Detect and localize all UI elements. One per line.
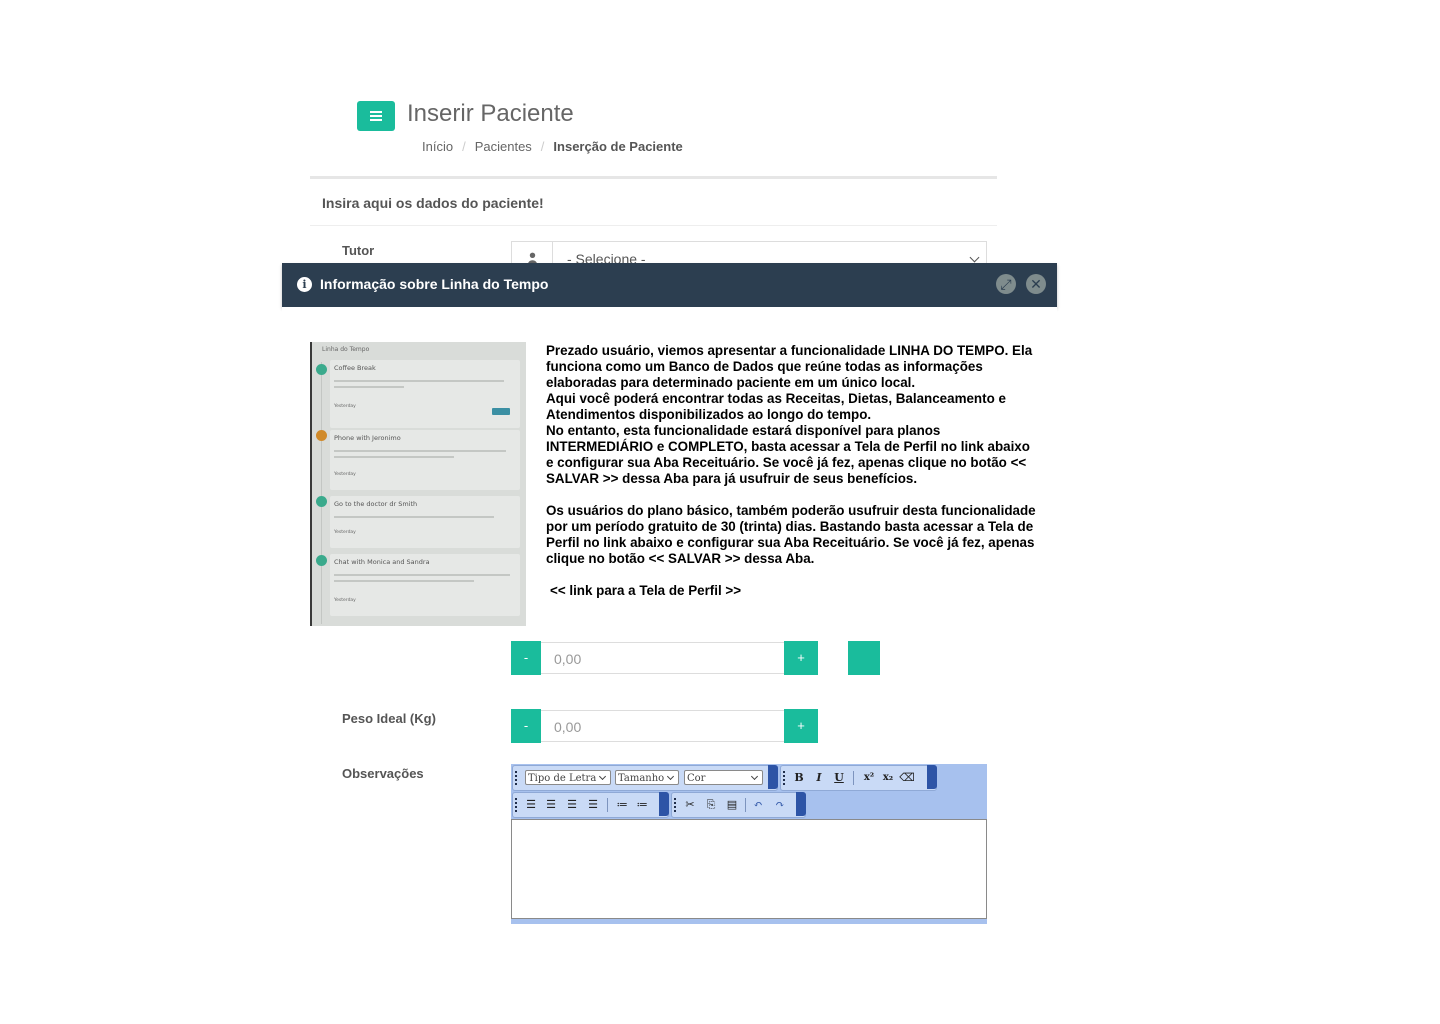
bullet-list-icon[interactable]: ≔ <box>614 797 630 813</box>
observacoes-editor: Tipo de Letra Tamanho Cor B I U x² x₂ ⌫ … <box>511 764 987 924</box>
panel-heading: Insira aqui os dados do paciente! <box>322 195 544 211</box>
timeline-card-date: Yesterday <box>334 472 356 477</box>
eraser-icon[interactable]: ⌫ <box>899 770 915 786</box>
toolbar-overflow-icon[interactable] <box>768 765 778 789</box>
timeline-card-title: Phone with Jeronimo <box>334 434 401 442</box>
header-divider <box>310 176 997 179</box>
format-toolbar: B I U x² x₂ ⌫ <box>780 765 937 791</box>
breadcrumb-pacientes[interactable]: Pacientes <box>475 139 532 154</box>
timeline-card: Coffee Break Yesterday <box>330 360 520 428</box>
timeline-card-title: Go to the doctor dr Smith <box>334 500 418 508</box>
timeline-card-title: Coffee Break <box>334 364 376 372</box>
toolbar-overflow-icon[interactable] <box>659 792 669 816</box>
peso-atual-input[interactable]: 0,00 <box>541 642 784 674</box>
cut-icon[interactable]: ✂ <box>682 797 698 813</box>
observacoes-textarea[interactable] <box>511 819 987 919</box>
timeline-preview-heading: Linha do Tempo <box>322 346 370 353</box>
modal-paragraph: No entanto, esta funcionalidade estará d… <box>546 423 1030 486</box>
redo-icon[interactable]: ↷ <box>772 797 788 813</box>
underline-button[interactable]: U <box>831 770 847 786</box>
close-icon[interactable]: ✕ <box>1026 274 1046 294</box>
align-right-icon[interactable]: ☰ <box>543 797 559 813</box>
copy-icon[interactable]: ⎘ <box>703 797 719 813</box>
align-left-icon[interactable]: ☰ <box>523 797 539 813</box>
peso-atual-plus-button[interactable]: + <box>784 641 818 675</box>
timeline-dot-icon <box>316 496 327 507</box>
font-color-select-value: Cor <box>687 773 706 784</box>
tutor-label: Tutor <box>342 243 375 258</box>
breadcrumb-separator: / <box>540 139 545 154</box>
font-family-select[interactable]: Tipo de Letra <box>525 770 611 785</box>
modal-title: Informação sobre Linha do Tempo <box>320 276 549 292</box>
timeline-card-date: Yesterday <box>334 598 356 603</box>
align-justify-icon[interactable]: ☰ <box>585 797 601 813</box>
modal-paragraph: Os usuários do plano básico, também pode… <box>546 503 1036 566</box>
timeline-card-date: Yesterday <box>334 530 356 535</box>
toolbar-overflow-icon[interactable] <box>796 792 806 816</box>
undo-icon[interactable]: ↶ <box>750 797 766 813</box>
font-toolbar: Tipo de Letra Tamanho Cor <box>512 765 778 791</box>
peso-ideal-label: Peso Ideal (Kg) <box>342 711 436 726</box>
modal-header: i Informação sobre Linha do Tempo ⤢ ✕ <box>282 263 1057 307</box>
peso-ideal-input[interactable]: 0,00 <box>541 710 784 742</box>
info-icon: i <box>297 277 312 292</box>
font-color-select[interactable]: Cor <box>684 770 763 785</box>
font-family-select-value: Tipo de Letra <box>528 773 597 784</box>
bars-icon <box>370 111 382 121</box>
paste-icon[interactable]: ▤ <box>724 797 740 813</box>
timeline-preview-image: Linha do Tempo Coffee Break Yesterday Ph… <box>310 342 526 626</box>
subscript-icon[interactable]: x₂ <box>880 770 896 786</box>
font-size-select-value: Tamanho <box>618 773 665 784</box>
bold-button[interactable]: B <box>791 770 807 786</box>
timeline-dot-icon <box>316 430 327 441</box>
peso-ideal-minus-button[interactable]: - <box>511 709 541 743</box>
panel-divider <box>310 225 997 226</box>
calculator-button[interactable] <box>848 641 880 675</box>
italic-button[interactable]: I <box>811 770 827 786</box>
peso-ideal-plus-button[interactable]: + <box>784 709 818 743</box>
breadcrumb-inicio[interactable]: Início <box>422 139 453 154</box>
modal-paragraph: Prezado usuário, viemos apresentar a fun… <box>546 343 1033 390</box>
toolbar-overflow-icon[interactable] <box>927 765 937 789</box>
modal-message: Prezado usuário, viemos apresentar a fun… <box>546 343 1041 599</box>
page-title: Inserir Paciente <box>407 100 574 127</box>
numbered-list-icon[interactable]: ≔ <box>634 797 650 813</box>
timeline-dot-icon <box>316 364 327 375</box>
menu-toggle-button[interactable] <box>357 101 395 131</box>
breadcrumb-separator: / <box>462 139 466 154</box>
timeline-card: Chat with Monica and Sandra Yesterday <box>330 554 520 616</box>
timeline-dot-icon <box>316 555 327 566</box>
expand-icon[interactable]: ⤢ <box>996 274 1016 294</box>
align-center-icon[interactable]: ☰ <box>564 797 580 813</box>
timeline-card: Phone with Jeronimo Yesterday <box>330 430 520 490</box>
modal-paragraph: Aqui você poderá encontrar todas as Rece… <box>546 391 1006 422</box>
peso-atual-minus-button[interactable]: - <box>511 641 541 675</box>
chevron-down-icon <box>969 252 980 263</box>
timeline-card-title: Chat with Monica and Sandra <box>334 558 430 566</box>
timeline-card: Go to the doctor dr Smith Yesterday <box>330 496 520 548</box>
edit-toolbar: ✂ ⎘ ▤ ↶ ↷ <box>671 792 806 818</box>
timeline-card-date: Yesterday <box>334 404 356 409</box>
breadcrumb-current: Inserção de Paciente <box>553 139 683 154</box>
profile-link[interactable]: << link para a Tela de Perfil >> <box>550 583 1041 599</box>
font-size-select[interactable]: Tamanho <box>615 770 679 785</box>
superscript-icon[interactable]: x² <box>861 770 877 786</box>
breadcrumb: Início / Pacientes / Inserção de Pacient… <box>422 139 683 154</box>
observacoes-label: Observações <box>342 766 424 781</box>
align-toolbar: ☰ ☰ ☰ ☰ ≔ ≔ <box>512 792 669 818</box>
